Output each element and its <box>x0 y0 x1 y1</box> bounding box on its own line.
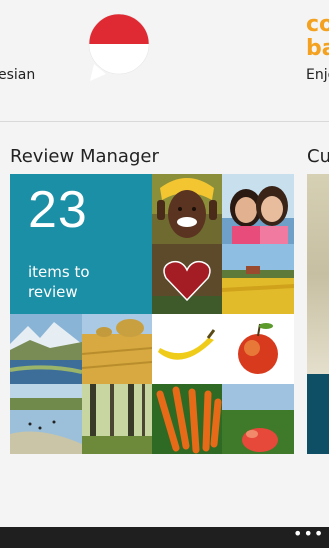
photo-tile-lake-with-birds[interactable] <box>10 384 82 454</box>
photo-tile-strawberry[interactable] <box>222 384 294 454</box>
photo-tile-two-children[interactable] <box>222 174 294 244</box>
photo-tile-farm-field[interactable] <box>222 244 294 314</box>
photo-tile-apple[interactable] <box>222 314 294 384</box>
next-section-title[interactable]: Cu <box>307 146 329 167</box>
brand-label: Enjo <box>306 67 329 83</box>
brand-logo-line1: co <box>306 14 329 37</box>
divider <box>0 121 329 122</box>
language-label: esian <box>0 67 36 83</box>
photo-tile-hay-bales[interactable] <box>82 314 152 384</box>
photo-tile-heart-sign[interactable] <box>152 244 222 314</box>
brand-logo-line2: ba <box>306 36 329 61</box>
review-label: items to review <box>28 263 90 301</box>
app-bar: ••• <box>0 524 329 548</box>
photo-tile-smiling-person[interactable] <box>152 174 222 244</box>
review-count: 23 <box>28 181 88 239</box>
more-options-button[interactable]: ••• <box>293 524 323 546</box>
photo-tile-forest[interactable] <box>82 384 152 454</box>
photo-tile-banana[interactable] <box>152 314 222 384</box>
photo-tile-carrots[interactable] <box>152 384 222 454</box>
peek-image-bottom <box>307 374 329 454</box>
indonesian-flag-icon[interactable] <box>84 13 154 84</box>
peek-image <box>307 174 329 374</box>
photo-tile-mountain-lake[interactable] <box>10 314 82 384</box>
review-count-tile[interactable]: 23 items to review <box>10 174 152 314</box>
brand-logo: co ba <box>306 14 329 66</box>
review-manager-title[interactable]: Review Manager <box>10 146 159 167</box>
next-section-tile[interactable] <box>307 174 329 454</box>
